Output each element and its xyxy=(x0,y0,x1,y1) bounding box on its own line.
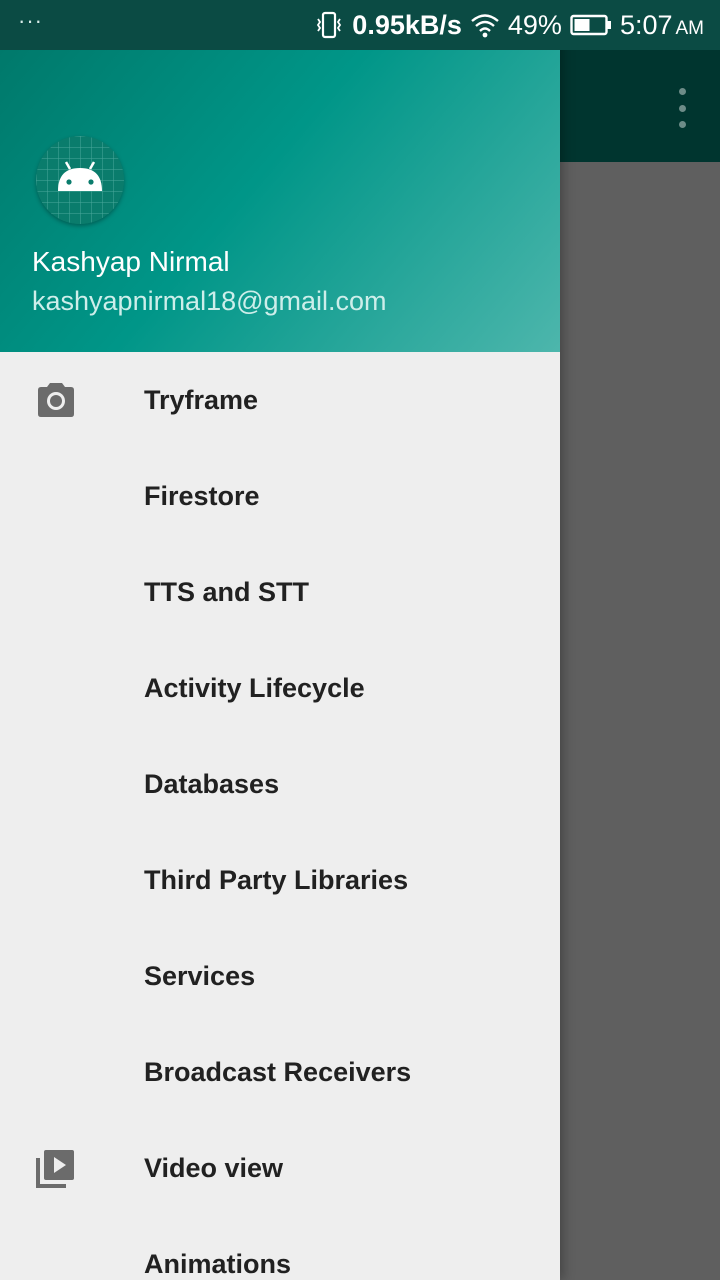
drawer-item-video-view[interactable]: Video view xyxy=(0,1120,560,1216)
android-icon[interactable] xyxy=(36,136,124,224)
drawer-item-tryframe[interactable]: Tryframe xyxy=(0,352,560,448)
video-library-icon xyxy=(36,1150,74,1188)
drawer-item-services[interactable]: Services xyxy=(0,928,560,1024)
status-bar: ··· 0.95kB/s 49% 5:07 AM xyxy=(0,0,720,50)
drawer-item-label: TTS and STT xyxy=(144,576,309,607)
drawer-item-broadcast-receivers[interactable]: Broadcast Receivers xyxy=(0,1024,560,1120)
vibrate-icon xyxy=(317,11,342,39)
drawer-item-tts-stt[interactable]: TTS and STT xyxy=(0,544,560,640)
drawer-menu: Tryframe Firestore TTS and STT Activity … xyxy=(0,352,560,1280)
drawer-item-label: Third Party Libraries xyxy=(144,864,409,895)
battery-percent: 49% xyxy=(507,9,562,40)
drawer-item-label: Video view xyxy=(144,1152,284,1183)
clock-ampm: AM xyxy=(675,17,705,39)
drawer-item-label: Activity Lifecycle xyxy=(144,672,365,703)
user-email: kashyapnirmal18@gmail.com xyxy=(32,286,387,316)
drawer-item-label: Databases xyxy=(144,768,280,799)
camera-icon xyxy=(38,383,74,417)
drawer-header: Kashyap Nirmal kashyapnirmal18@gmail.com xyxy=(0,50,560,352)
net-speed: 0.95kB/s xyxy=(352,9,462,40)
navigation-drawer: Kashyap Nirmal kashyapnirmal18@gmail.com… xyxy=(0,0,560,1280)
overflow-menu-icon[interactable] xyxy=(672,88,692,128)
drawer-item-firestore[interactable]: Firestore xyxy=(0,448,560,544)
battery-icon xyxy=(570,14,611,36)
drawer-item-third-party-libraries[interactable]: Third Party Libraries xyxy=(0,832,560,928)
drawer-item-activity-lifecycle[interactable]: Activity Lifecycle xyxy=(0,640,560,736)
clock: 5:07 AM xyxy=(620,10,704,41)
drawer-item-label: Broadcast Receivers xyxy=(144,1056,412,1087)
drawer-item-animations[interactable]: Animations xyxy=(0,1216,560,1280)
user-name: Kashyap Nirmal xyxy=(32,246,230,277)
drawer-item-label: Firestore xyxy=(144,480,260,511)
wifi-icon xyxy=(471,14,499,38)
drawer-item-label: Services xyxy=(144,960,256,991)
clock-time: 5:07 xyxy=(619,9,673,40)
notification-dots: ··· xyxy=(18,8,43,33)
drawer-item-databases[interactable]: Databases xyxy=(0,736,560,832)
drawer-item-label: Animations xyxy=(144,1248,292,1279)
drawer-item-label: Tryframe xyxy=(144,384,259,415)
